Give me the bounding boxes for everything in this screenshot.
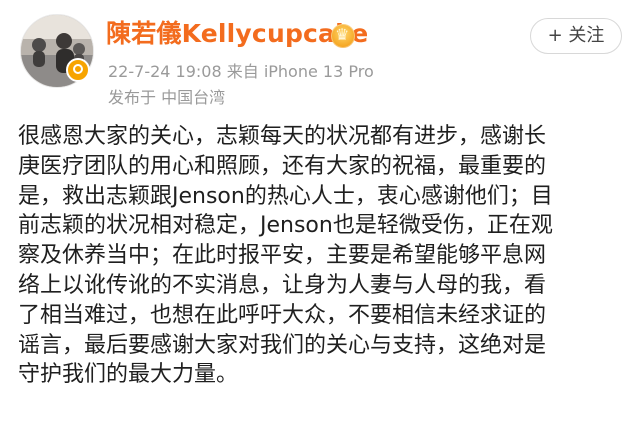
post-content-line: 络上以讹传讹的不实消息，让身为人妻与人母的我，看 xyxy=(18,272,547,298)
post-location: 发布于 中国台湾 xyxy=(108,88,226,107)
post-content: 很感恩大家的关心，志颖每天的状况都有进步，感谢长 庚医疗团队的用心和照顾，还有大… xyxy=(18,122,624,390)
post-content-line: 是，救出志颖跟Jenson的热心人士，衷心感谢他们；目 xyxy=(18,183,553,209)
post-meta: 22-7-24 19:08 来自 iPhone 13 Pro xyxy=(108,62,374,81)
post-header: 陳若儀Kellycupcake + 关注 22-7-24 19:08 来自 iP… xyxy=(0,0,640,118)
post-content-line: 了相当难过，也想在此呼吁大众，不要相信未经求证的 xyxy=(18,302,547,328)
post-content-line: 守护我们的最大力量。 xyxy=(18,362,239,388)
post-content-line: 谣言，最后要感谢大家对我们的关心与支持，这绝对是 xyxy=(18,332,547,358)
crown-icon xyxy=(331,24,355,48)
follow-button[interactable]: + 关注 xyxy=(530,18,622,54)
post-content-line: 庚医疗团队的用心和照顾，还有大家的祝福，最重要的 xyxy=(18,153,547,179)
post-content-line: 察及休养当中；在此时报平安，主要是希望能够平息网 xyxy=(18,243,547,269)
post-content-line: 前志颖的状况相对稳定，Jenson也是轻微受伤，正在观 xyxy=(18,213,553,239)
user-name[interactable]: 陳若儀Kellycupcake xyxy=(106,19,368,49)
verified-badge-icon xyxy=(66,58,90,82)
post-content-line: 很感恩大家的关心，志颖每天的状况都有进步，感谢长 xyxy=(18,124,547,149)
